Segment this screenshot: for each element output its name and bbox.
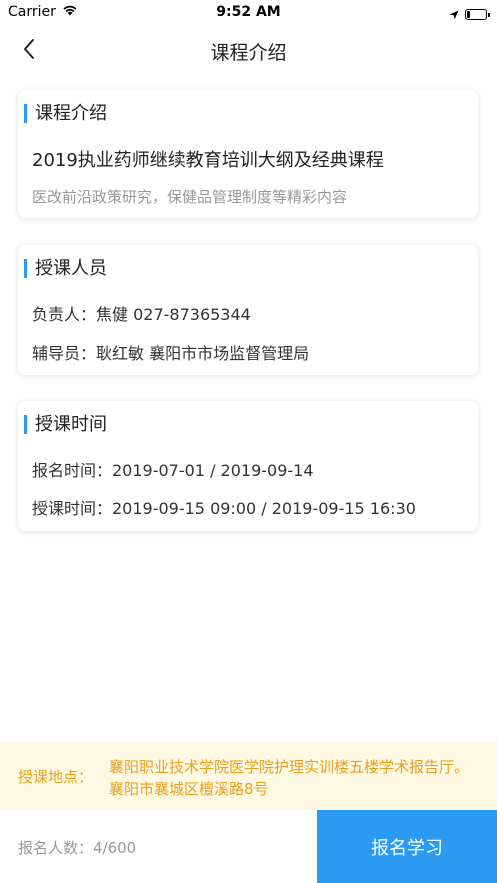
location-address: 襄阳职业技术学院医学院护理实训楼五楼学术报告厅。襄阳市襄城区檀溪路8号	[109, 758, 470, 798]
enroll-button[interactable]: 报名学习	[317, 810, 497, 883]
instructors-card: 授课人员 负责人：焦健 027-87365344 辅导员：耿红敏 襄阳市市场监督…	[18, 245, 478, 375]
page-title: 课程介绍	[210, 42, 287, 64]
schedule-card: 授课时间 报名时间：2019-07-01 / 2019-09-14 授课时间：2…	[18, 401, 478, 531]
nav-bar: 课程介绍	[0, 26, 497, 76]
tutor: 辅导员：耿红敏 襄阳市市场监督管理局	[32, 344, 310, 363]
course-intro-heading: 课程介绍	[24, 104, 107, 123]
status-right-icons	[449, 5, 490, 24]
location-arrow-icon	[449, 5, 459, 24]
schedule-heading: 授课时间	[24, 415, 107, 434]
course-intro-card: 课程介绍 2019执业药师继续教育培训大纲及经典课程 医改前沿政策研究，保健品管…	[18, 90, 478, 218]
registration-period: 报名时间：2019-07-01 / 2019-09-14	[32, 461, 314, 480]
course-summary: 医改前沿政策研究，保健品管理制度等精彩内容	[32, 188, 348, 206]
status-time: 9:52 AM	[216, 4, 281, 20]
battery-icon	[465, 9, 490, 20]
lead-instructor: 负责人：焦健 027-87365344	[32, 305, 251, 324]
instructors-heading: 授课人员	[24, 259, 107, 278]
enroll-count: 报名人数：4/600	[18, 839, 137, 857]
location-banner: 授课地点： 襄阳职业技术学院医学院护理实训楼五楼学术报告厅。襄阳市襄城区檀溪路8…	[0, 741, 497, 810]
bottom-bar: 报名人数：4/600 报名学习	[0, 810, 497, 883]
course-name: 2019执业药师继续教育培训大纲及经典课程	[32, 150, 384, 171]
lecture-period: 授课时间：2019-09-15 09:00 / 2019-09-15 16:30	[32, 499, 416, 518]
status-bar: Carrier 9:52 AM	[0, 0, 497, 26]
location-label: 授课地点：	[18, 768, 94, 786]
